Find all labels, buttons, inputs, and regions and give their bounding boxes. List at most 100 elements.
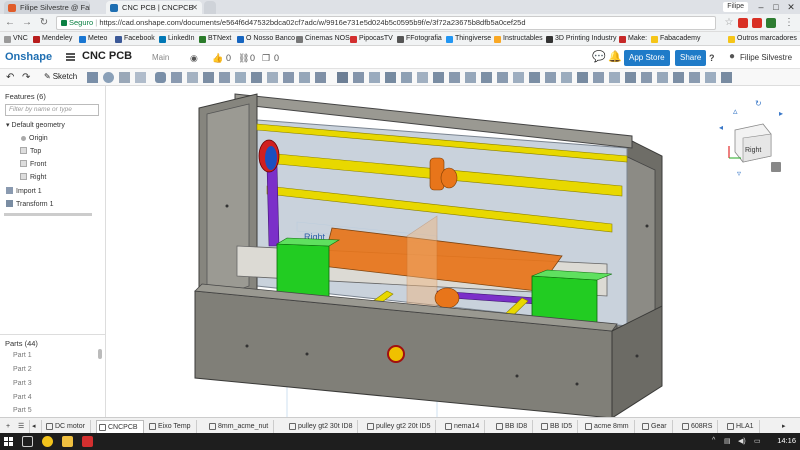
- pattern-icon[interactable]: [235, 72, 246, 83]
- extension-icon[interactable]: [752, 18, 762, 28]
- feature-item-transform[interactable]: Transform 1: [6, 200, 53, 210]
- revolve-icon[interactable]: [103, 72, 114, 83]
- bookmark-item[interactable]: Make:: [619, 34, 647, 44]
- windows-start-icon[interactable]: [4, 437, 13, 446]
- volume-icon[interactable]: ◀): [738, 437, 746, 445]
- system-clock[interactable]: 14:16: [777, 436, 796, 445]
- fill-icon[interactable]: [609, 72, 620, 83]
- draft-icon[interactable]: [187, 72, 198, 83]
- tab-icon[interactable]: [497, 72, 508, 83]
- gusset-icon[interactable]: [577, 72, 588, 83]
- bookmark-item[interactable]: Facebook: [115, 34, 155, 44]
- replace-face-icon[interactable]: [433, 72, 444, 83]
- graphics-viewport[interactable]: Right Right ▵ ↻ ▸ ◂ ▿: [107, 86, 800, 417]
- feature-item-origin[interactable]: Origin: [20, 134, 48, 144]
- helix-icon[interactable]: [337, 72, 348, 83]
- feature-filter-input[interactable]: Filter by name or type: [5, 104, 99, 116]
- weld-icon[interactable]: [561, 72, 572, 83]
- tab-hla1[interactable]: HLA1: [725, 420, 760, 433]
- menu-hamburger-icon[interactable]: [66, 53, 75, 61]
- file-explorer-icon[interactable]: [62, 436, 73, 447]
- bookmark-item[interactable]: Meteo: [79, 34, 107, 44]
- close-window-icon[interactable]: ✕: [784, 0, 798, 14]
- surface-icon[interactable]: [593, 72, 604, 83]
- bookmark-item[interactable]: Mendeley: [33, 34, 72, 44]
- split-icon[interactable]: [283, 72, 294, 83]
- app-store-button[interactable]: App Store: [624, 50, 670, 66]
- new-tab-button[interactable]: [204, 1, 216, 14]
- section-view-icon[interactable]: [641, 72, 652, 83]
- tab-pulley-20t[interactable]: pulley gt2 20t ID5: [365, 420, 437, 433]
- mirror-icon[interactable]: [251, 72, 262, 83]
- boolean-icon[interactable]: [267, 72, 278, 83]
- network-icon[interactable]: ▤: [724, 437, 731, 445]
- rollback-bar[interactable]: [4, 213, 92, 216]
- task-view-icon[interactable]: [22, 436, 33, 447]
- document-title[interactable]: CNC PCB: [82, 50, 132, 62]
- like-icon[interactable]: 👍: [212, 52, 223, 64]
- workspace-branch[interactable]: Main: [152, 53, 169, 62]
- variable-icon[interactable]: [689, 72, 700, 83]
- link-icon[interactable]: ⛓: [238, 52, 249, 64]
- feature-item-top[interactable]: Top: [20, 147, 41, 157]
- url-field[interactable]: Seguro | https://cad.onshape.com/documen…: [56, 16, 716, 30]
- extension-icon[interactable]: [766, 18, 776, 28]
- bookmark-item[interactable]: BTNext: [199, 34, 231, 44]
- part-item[interactable]: Part 5: [13, 407, 32, 414]
- back-arrow-icon[interactable]: ←: [3, 16, 17, 30]
- part-item[interactable]: Part 1: [13, 352, 32, 359]
- bookmark-item[interactable]: O Nosso Banco: [237, 34, 295, 44]
- user-name[interactable]: Filipe Silvestre: [740, 53, 792, 62]
- delete-part-icon[interactable]: [385, 72, 396, 83]
- feature-item-front[interactable]: Front: [20, 160, 46, 170]
- bookmark-item[interactable]: Thingiverse: [446, 34, 491, 44]
- bookmark-item[interactable]: Fabacademy: [651, 34, 700, 44]
- globe-icon[interactable]: ◉: [190, 52, 198, 64]
- bookmark-item[interactable]: Instructables: [494, 34, 543, 44]
- browser-user-chip[interactable]: Filipe: [723, 2, 748, 12]
- part-item[interactable]: Part 3: [13, 380, 32, 387]
- bookmark-item[interactable]: LinkedIn: [159, 34, 194, 44]
- flange-icon[interactable]: [481, 72, 492, 83]
- thicken-icon[interactable]: [353, 72, 364, 83]
- measure-icon[interactable]: [625, 72, 636, 83]
- tab-gear[interactable]: Gear: [640, 420, 673, 433]
- browser-tab-onshape[interactable]: CNC PCB | CNCPCB ✕: [106, 1, 202, 14]
- tab-bb-id8[interactable]: BB ID8: [494, 420, 534, 433]
- transform-icon[interactable]: [299, 72, 310, 83]
- gmail-extension-icon[interactable]: [738, 18, 748, 28]
- reload-icon[interactable]: ↻: [37, 16, 51, 30]
- tab-bb-id5[interactable]: BB ID5: [539, 420, 579, 433]
- redo-icon[interactable]: ↷: [22, 72, 33, 83]
- browser-tab-fabacademy[interactable]: Filipe Silvestre @ Fab Ac: [4, 1, 90, 14]
- offset-surface-icon[interactable]: [449, 72, 460, 83]
- copy-icon[interactable]: ❐: [262, 52, 270, 64]
- feature-item-right[interactable]: Right: [20, 173, 46, 183]
- tab-acme-8mm[interactable]: acme 8mm: [583, 420, 635, 433]
- tab-cncpcb[interactable]: CNCPCB: [96, 420, 144, 433]
- chrome-icon[interactable]: [42, 436, 53, 447]
- fillet-icon[interactable]: [155, 72, 166, 83]
- bookmark-item[interactable]: PipocasTV: [350, 34, 393, 44]
- forward-arrow-icon[interactable]: →: [20, 16, 34, 30]
- bend-icon[interactable]: [513, 72, 524, 83]
- scroll-right-icon[interactable]: ▸: [778, 420, 791, 433]
- part-item[interactable]: Part 2: [13, 366, 32, 373]
- tray-arrow-icon[interactable]: ^: [712, 437, 715, 444]
- render-icon[interactable]: [657, 72, 668, 83]
- loft-icon[interactable]: [135, 72, 146, 83]
- minimize-window-icon[interactable]: –: [754, 0, 768, 14]
- onshape-logo[interactable]: Onshape: [5, 51, 52, 63]
- undo-icon[interactable]: ↶: [6, 72, 17, 83]
- bookmark-item[interactable]: VNC: [4, 34, 28, 44]
- help-icon[interactable]: ?: [709, 52, 715, 64]
- hole-icon[interactable]: [219, 72, 230, 83]
- export-icon[interactable]: [721, 72, 732, 83]
- user-avatar-icon[interactable]: ●: [729, 51, 735, 63]
- notifications-icon[interactable]: 🔔: [608, 51, 622, 63]
- input-language-icon[interactable]: ▭: [754, 437, 761, 445]
- tab-dc-motor[interactable]: DC motor: [44, 420, 91, 433]
- browser-menu-icon[interactable]: ⋮: [782, 16, 796, 30]
- corner-icon[interactable]: [529, 72, 540, 83]
- plane-icon[interactable]: [315, 72, 326, 83]
